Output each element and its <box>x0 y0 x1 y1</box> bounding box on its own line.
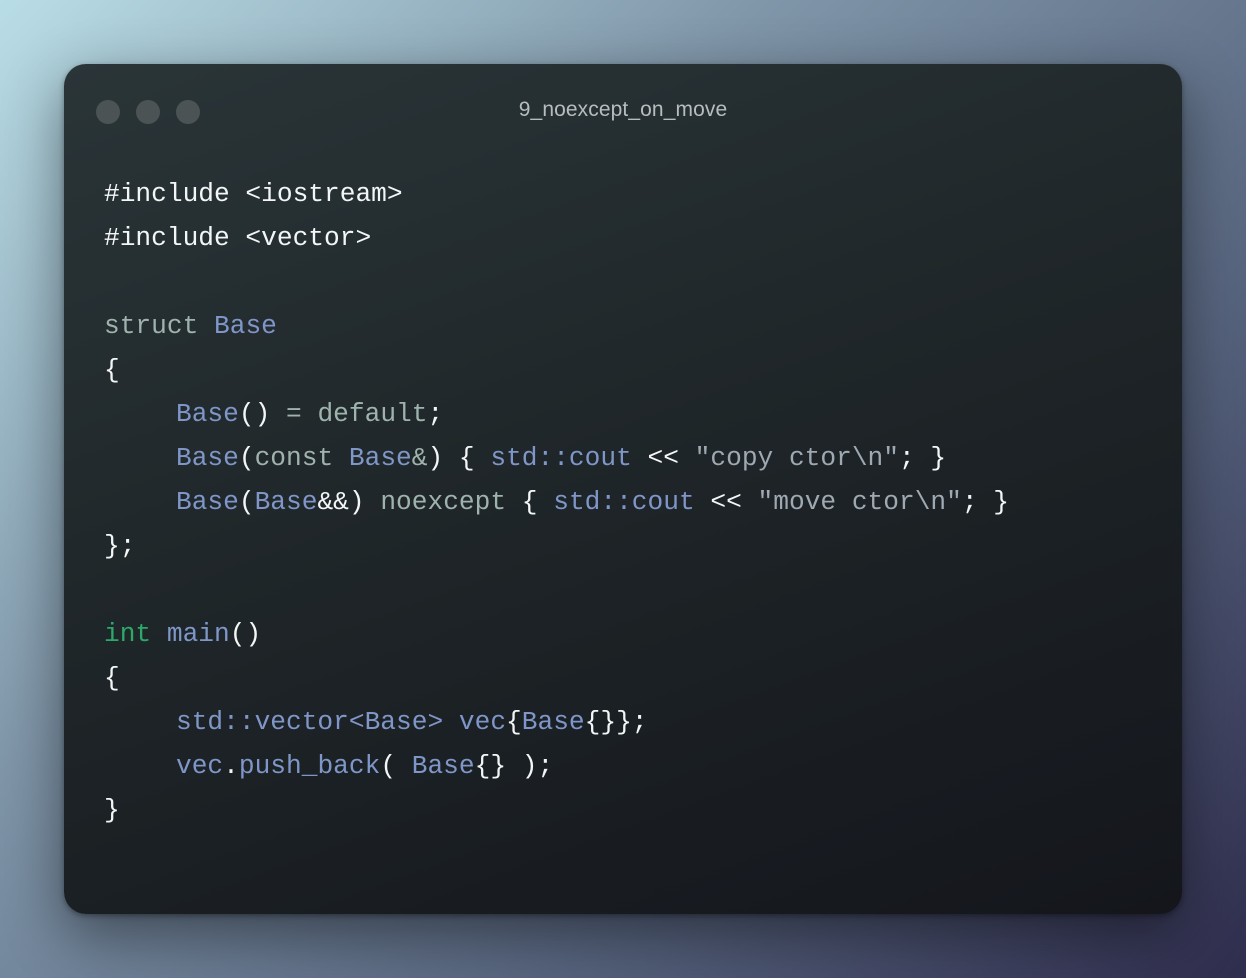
code-token: std::cout <box>490 443 632 473</box>
code-token: Base <box>214 311 277 341</box>
code-token: {} ); <box>474 751 554 781</box>
code-token: Base <box>254 487 318 517</box>
code-token: const <box>254 443 349 473</box>
code-token: main <box>166 619 230 649</box>
code-token: push_back <box>238 751 381 781</box>
code-token: std::vector <box>176 707 349 737</box>
code-token: Base <box>348 443 412 473</box>
code-token: ; } <box>961 487 1009 517</box>
code-token: { <box>104 355 120 385</box>
code-token: () <box>229 619 262 649</box>
code-token: << <box>631 443 695 473</box>
code-token: = default <box>286 399 428 429</box>
code-window: 9_noexcept_on_move #include <iostream> #i… <box>64 64 1182 914</box>
code-line: int main() <box>104 612 1009 656</box>
code-line: struct Base <box>104 304 1009 348</box>
code-block: #include <iostream> #include <vector> stru… <box>104 172 1009 832</box>
code-token: "copy ctor\n" <box>694 443 899 473</box>
code-token: Base <box>176 443 239 473</box>
code-line: Base(const Base&) { std::cout << "copy c… <box>104 436 1009 480</box>
code-token: vec <box>458 707 507 737</box>
code-token: () <box>238 399 287 429</box>
code-token: ( <box>238 487 255 517</box>
code-token: << <box>694 487 758 517</box>
code-line: { <box>104 348 1009 392</box>
code-token: std::cout <box>553 487 695 517</box>
code-token: ) { <box>427 443 491 473</box>
code-token: & <box>411 443 428 473</box>
code-line: Base() = default; <box>104 392 1009 436</box>
code-token: noexcept <box>380 487 507 517</box>
code-token: {}}; <box>584 707 648 737</box>
code-line: #include <vector> <box>104 216 1009 260</box>
code-token: Base <box>411 751 475 781</box>
code-token: } <box>104 795 120 825</box>
window-title: 9_noexcept_on_move <box>518 98 728 121</box>
code-line: vec.push_back( Base{} ); <box>104 744 1009 788</box>
code-token: { <box>506 707 522 737</box>
code-token: { <box>506 487 554 517</box>
code-line: } <box>104 788 1009 832</box>
code-line: #include <iostream> <box>104 172 1009 216</box>
code-token: "move ctor\n" <box>757 487 962 517</box>
code-token: ; <box>427 399 444 429</box>
code-line: std::vector<Base> vec{Base{}}; <box>104 700 1009 744</box>
code-token: struct <box>104 311 215 341</box>
code-token: }; <box>104 531 136 561</box>
code-token: { <box>104 663 120 693</box>
code-line: Base(Base&&) noexcept { std::cout << "mo… <box>104 480 1009 524</box>
code-token: . <box>223 751 239 781</box>
code-token: ( <box>380 751 412 781</box>
code-line: }; <box>104 524 1009 568</box>
code-token: #include <iostream> <box>104 179 403 209</box>
code-token: #include <vector> <box>104 223 372 253</box>
code-line: { <box>104 656 1009 700</box>
code-token: vec <box>176 751 224 781</box>
code-token: <Base> <box>348 707 444 737</box>
code-token: ( <box>238 443 255 473</box>
code-token: ; } <box>898 443 947 473</box>
code-token: int <box>104 619 152 649</box>
code-token: Base <box>176 399 239 429</box>
window-titlebar: 9_noexcept_on_move <box>64 64 1182 160</box>
code-token: Base <box>521 707 585 737</box>
code-token: &&) <box>317 487 381 517</box>
code-token: Base <box>176 487 239 517</box>
